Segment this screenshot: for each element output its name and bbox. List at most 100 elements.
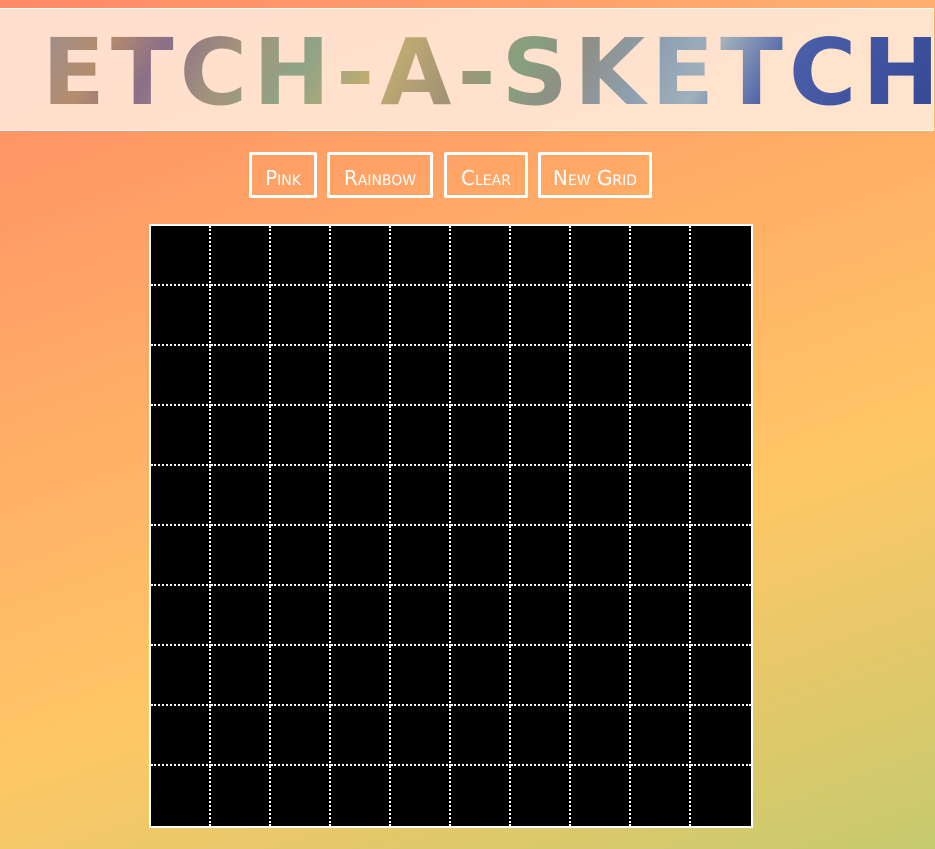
grid-cell[interactable] [511,406,571,466]
grid-cell[interactable] [271,226,331,286]
grid-cell[interactable] [271,646,331,706]
grid-cell[interactable] [391,526,451,586]
grid-cell[interactable] [211,226,271,286]
grid-cell[interactable] [631,346,691,406]
grid-cell[interactable] [451,286,511,346]
grid-cell[interactable] [451,526,511,586]
grid-cell[interactable] [211,406,271,466]
grid-cell[interactable] [511,766,571,826]
grid-cell[interactable] [211,646,271,706]
grid-cell[interactable] [571,286,631,346]
grid-cell[interactable] [631,226,691,286]
grid-cell[interactable] [271,346,331,406]
grid-cell[interactable] [271,706,331,766]
grid-cell[interactable] [571,406,631,466]
grid-cell[interactable] [571,586,631,646]
grid-cell[interactable] [451,586,511,646]
grid-cell[interactable] [511,286,571,346]
grid-cell[interactable] [391,766,451,826]
grid-cell[interactable] [511,526,571,586]
grid-cell[interactable] [211,466,271,526]
grid-cell[interactable] [331,406,391,466]
grid-cell[interactable] [691,286,751,346]
grid-cell[interactable] [631,526,691,586]
grid-cell[interactable] [151,226,211,286]
grid-cell[interactable] [451,706,511,766]
grid-cell[interactable] [151,706,211,766]
grid-cell[interactable] [151,466,211,526]
grid-cell[interactable] [511,646,571,706]
grid-cell[interactable] [211,286,271,346]
grid-cell[interactable] [331,226,391,286]
grid-cell[interactable] [211,766,271,826]
grid-cell[interactable] [271,406,331,466]
grid-cell[interactable] [451,406,511,466]
grid-cell[interactable] [691,646,751,706]
grid-cell[interactable] [691,466,751,526]
grid-cell[interactable] [631,646,691,706]
rainbow-button[interactable]: Rainbow [327,152,433,198]
grid-cell[interactable] [331,706,391,766]
grid-cell[interactable] [691,766,751,826]
grid-cell[interactable] [331,526,391,586]
grid-cell[interactable] [691,226,751,286]
grid-cell[interactable] [391,706,451,766]
grid-cell[interactable] [271,526,331,586]
grid-cell[interactable] [331,466,391,526]
grid-cell[interactable] [391,466,451,526]
grid-cell[interactable] [631,706,691,766]
grid-cell[interactable] [631,766,691,826]
grid-cell[interactable] [151,766,211,826]
grid-cell[interactable] [151,406,211,466]
grid-cell[interactable] [571,766,631,826]
grid-cell[interactable] [151,346,211,406]
grid-cell[interactable] [511,226,571,286]
grid-cell[interactable] [151,586,211,646]
grid-cell[interactable] [391,586,451,646]
grid-cell[interactable] [271,766,331,826]
grid-cell[interactable] [511,346,571,406]
grid-cell[interactable] [691,406,751,466]
grid-cell[interactable] [451,466,511,526]
new-grid-button[interactable]: New Grid [538,152,652,198]
grid-cell[interactable] [451,346,511,406]
grid-cell[interactable] [211,526,271,586]
grid-cell[interactable] [331,646,391,706]
grid-cell[interactable] [571,646,631,706]
grid-cell[interactable] [271,466,331,526]
grid-cell[interactable] [571,466,631,526]
grid-cell[interactable] [571,226,631,286]
grid-cell[interactable] [631,286,691,346]
grid-cell[interactable] [271,286,331,346]
grid-cell[interactable] [511,466,571,526]
grid-cell[interactable] [151,286,211,346]
grid-cell[interactable] [511,586,571,646]
grid-cell[interactable] [631,586,691,646]
grid-cell[interactable] [631,466,691,526]
grid-cell[interactable] [391,646,451,706]
grid-cell[interactable] [451,766,511,826]
grid-cell[interactable] [151,646,211,706]
grid-cell[interactable] [691,706,751,766]
sketch-grid[interactable] [149,224,753,828]
grid-cell[interactable] [331,586,391,646]
grid-cell[interactable] [451,646,511,706]
grid-cell[interactable] [211,706,271,766]
grid-cell[interactable] [571,346,631,406]
grid-cell[interactable] [331,766,391,826]
grid-cell[interactable] [451,226,511,286]
grid-cell[interactable] [571,706,631,766]
grid-cell[interactable] [151,526,211,586]
grid-cell[interactable] [331,286,391,346]
grid-cell[interactable] [271,586,331,646]
grid-cell[interactable] [391,346,451,406]
grid-cell[interactable] [211,346,271,406]
grid-cell[interactable] [631,406,691,466]
grid-cell[interactable] [511,706,571,766]
grid-cell[interactable] [691,526,751,586]
grid-cell[interactable] [691,346,751,406]
grid-cell[interactable] [211,586,271,646]
grid-cell[interactable] [391,226,451,286]
pink-button[interactable]: Pink [249,152,317,198]
grid-cell[interactable] [691,586,751,646]
